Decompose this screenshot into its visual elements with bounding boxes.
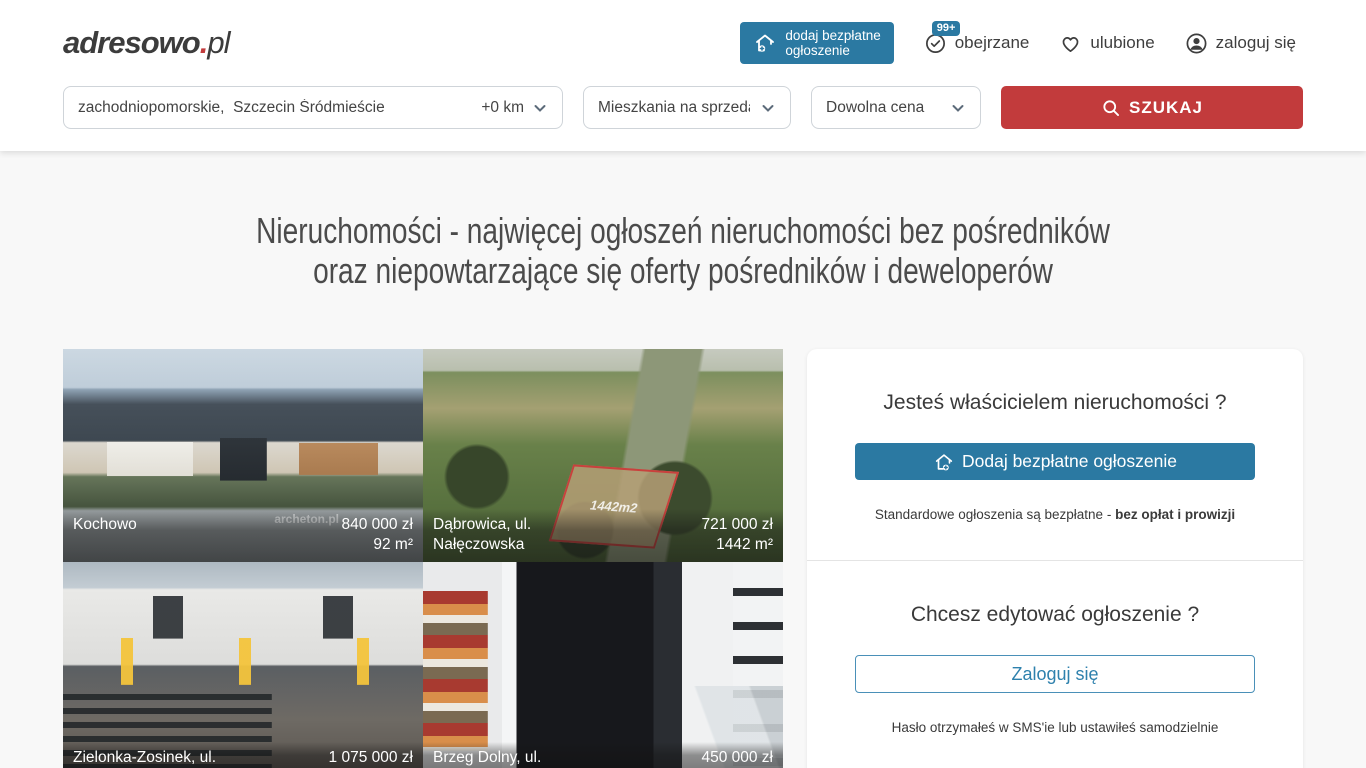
listing-tile[interactable]: Brzeg Dolny, ul. 450 000 zł: [423, 562, 783, 768]
listing-location: Dąbrowica, ul.: [433, 516, 531, 533]
chevron-down-icon: [760, 100, 776, 116]
viewed-link[interactable]: 99+ obejrzane: [924, 32, 1030, 55]
price-value: Dowolna cena: [826, 99, 950, 117]
price-select[interactable]: Dowolna cena: [811, 86, 981, 129]
listing-location: Kochowo: [73, 516, 137, 533]
listing-location: Zielonka-Zosinek, ul.: [73, 749, 216, 766]
search-bar: zachodniopomorskie, Szczecin Śródmieście…: [0, 86, 1366, 151]
listings-grid: archeton.pl Kochowo 840 000 zł 92 m² 144…: [63, 349, 783, 768]
main-content: archeton.pl Kochowo 840 000 zł 92 m² 144…: [0, 349, 1366, 768]
search-button-label: SZUKAJ: [1129, 98, 1203, 118]
page-header: adresowo.pl dodaj bezpłatne ogłoszenie 9…: [0, 0, 1366, 151]
add-listing-label-line2: ogłoszenie: [785, 43, 850, 58]
hero-heading-line2: oraz niepowtarzające się oferty pośredni…: [150, 251, 1215, 291]
edit-heading: Chcesz edytować ogłoszenie ?: [855, 603, 1255, 627]
favorites-label: ulubione: [1090, 33, 1154, 53]
category-value: Mieszkania na sprzedaż: [598, 99, 750, 117]
user-circle-icon: [1185, 32, 1208, 55]
listing-label: Dąbrowica, ul. Nałęczowska 721 000 zł 14…: [423, 509, 783, 562]
add-free-listing-button[interactable]: Dodaj bezpłatne ogłoszenie: [855, 443, 1255, 480]
login-button[interactable]: Zaloguj się: [855, 655, 1255, 693]
radius-value[interactable]: +0 km: [481, 99, 524, 117]
viewed-label: obejrzane: [955, 33, 1030, 53]
listing-label: Kochowo 840 000 zł 92 m²: [63, 509, 423, 562]
listing-area: 92 m²: [373, 536, 413, 553]
listing-tile[interactable]: archeton.pl Kochowo 840 000 zł 92 m²: [63, 349, 423, 562]
chevron-down-icon[interactable]: [532, 100, 548, 116]
listing-label: Zielonka-Zosinek, ul. 1 075 000 zł: [63, 742, 423, 768]
owner-panel: Jesteś właścicielem nieruchomości ? Doda…: [807, 349, 1303, 768]
add-free-listing-label: Dodaj bezpłatne ogłoszenie: [962, 451, 1177, 472]
owner-note-bold: bez opłat i prowizji: [1115, 507, 1235, 522]
location-input[interactable]: zachodniopomorskie, Szczecin Śródmieście…: [63, 86, 563, 129]
logo-main: adresowo: [63, 25, 200, 60]
add-listing-button[interactable]: dodaj bezpłatne ogłoszenie: [740, 22, 893, 64]
listing-price: 721 000 zł: [701, 516, 773, 533]
search-icon: [1101, 98, 1121, 118]
favorites-link[interactable]: ulubione: [1059, 32, 1154, 55]
login-link[interactable]: zaloguj się: [1185, 32, 1296, 55]
chevron-down-icon: [950, 100, 966, 116]
listing-location-line2: Nałęczowska: [433, 536, 524, 553]
top-bar: adresowo.pl dodaj bezpłatne ogłoszenie 9…: [0, 0, 1366, 86]
listing-location: Brzeg Dolny, ul.: [433, 749, 541, 766]
house-plus-icon: [933, 451, 955, 473]
add-listing-label-line1: dodaj bezpłatne: [785, 28, 880, 43]
search-button[interactable]: SZUKAJ: [1001, 86, 1303, 129]
house-plus-icon: [753, 31, 777, 55]
edit-note: Hasło otrzymałeś w SMS'ie lub ustawiłeś …: [855, 720, 1255, 735]
listing-price: 450 000 zł: [701, 749, 773, 766]
owner-heading: Jesteś właścicielem nieruchomości ?: [855, 391, 1255, 415]
topbar-actions: dodaj bezpłatne ogłoszenie 99+ obejrzane: [740, 22, 1296, 64]
listing-area: 1442 m²: [716, 536, 773, 553]
owner-note-text: Standardowe ogłoszenia są bezpłatne -: [875, 507, 1115, 522]
edit-panel: Chcesz edytować ogłoszenie ? Zaloguj się…: [807, 560, 1303, 735]
listing-tile[interactable]: Zielonka-Zosinek, ul. 1 075 000 zł: [63, 562, 423, 768]
hero-heading-line1: Nieruchomości - najwięcej ogłoszeń nieru…: [150, 211, 1215, 251]
heart-icon: [1059, 32, 1082, 55]
listing-label: Brzeg Dolny, ul. 450 000 zł: [423, 742, 783, 768]
hero-heading: Nieruchomości - najwięcej ogłoszeń nieru…: [0, 151, 1366, 291]
site-logo[interactable]: adresowo.pl: [63, 25, 229, 61]
login-label: zaloguj się: [1216, 33, 1296, 53]
viewed-count-badge: 99+: [932, 21, 961, 36]
logo-tld: pl: [207, 25, 229, 60]
listing-tile[interactable]: 1442m2 Dąbrowica, ul. Nałęczowska 721 00…: [423, 349, 783, 562]
owner-note: Standardowe ogłoszenia są bezpłatne - be…: [855, 507, 1255, 522]
listing-price: 1 075 000 zł: [329, 749, 413, 766]
location-value: zachodniopomorskie, Szczecin Śródmieście: [78, 99, 481, 117]
listing-price: 840 000 zł: [341, 516, 413, 533]
category-select[interactable]: Mieszkania na sprzedaż: [583, 86, 791, 129]
